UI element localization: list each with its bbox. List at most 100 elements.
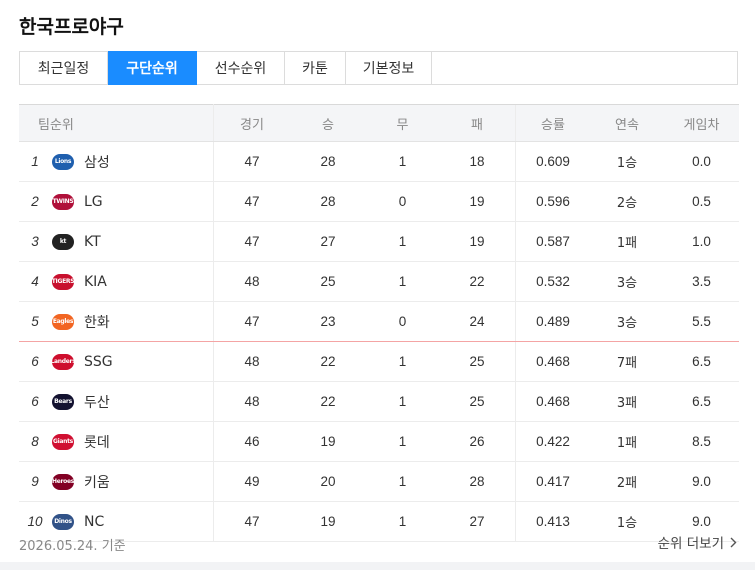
table-row[interactable]: 8 Giants 롯데 46 19 1 26 0.422 1패 8.5 <box>19 421 739 462</box>
team-name[interactable]: SSG <box>84 354 113 370</box>
losses-cell: 19 <box>439 221 516 262</box>
streak-cell: 7패 <box>590 341 664 382</box>
games-behind-cell: 1.0 <box>664 221 739 262</box>
team-rank-cell: 3 <box>19 221 51 262</box>
tab-basic-info[interactable]: 기본정보 <box>346 52 432 84</box>
table-row[interactable]: 5 Eagles 한화 47 23 0 24 0.489 3승 5.5 <box>19 301 739 342</box>
streak-cell: 2패 <box>590 461 664 502</box>
team-name-cell[interactable]: Landers SSG <box>51 341 214 382</box>
wins-cell: 25 <box>290 261 366 302</box>
draws-cell: 1 <box>366 381 439 422</box>
draws-cell: 1 <box>366 141 439 182</box>
header-win-pct: 승률 <box>515 104 590 142</box>
games-behind-cell: 3.5 <box>664 261 739 302</box>
page-title: 한국프로야구 <box>19 16 124 38</box>
win-pct-cell: 0.489 <box>515 301 590 342</box>
standings-table: 팀순위 경기 승 무 패 승률 연속 게임차 1 Lions 삼성 47 28 1 18 0.… <box>19 104 739 542</box>
team-name-cell[interactable]: Heroes 키움 <box>51 461 214 502</box>
streak-cell: 3승 <box>590 261 664 302</box>
losses-cell: 24 <box>439 301 516 342</box>
games-behind-cell: 0.5 <box>664 181 739 222</box>
more-standings-link[interactable]: 순위 더보기 <box>658 532 737 552</box>
team-name-cell[interactable]: Bears 두산 <box>51 381 214 422</box>
team-name[interactable]: 두산 <box>84 392 110 412</box>
team-rank-cell: 9 <box>19 461 51 502</box>
team-rank-cell: 8 <box>19 421 51 462</box>
table-row[interactable]: 9 Heroes 키움 49 20 1 28 0.417 2패 9.0 <box>19 461 739 502</box>
win-pct-cell: 0.587 <box>515 221 590 262</box>
table-row[interactable]: 10 Dinos NC 47 19 1 27 0.413 1승 9.0 <box>19 501 739 542</box>
header-losses: 패 <box>439 104 516 142</box>
team-name[interactable]: KT <box>84 234 101 250</box>
team-name[interactable]: 한화 <box>84 312 110 332</box>
tab-player-rankings[interactable]: 선수순위 <box>197 52 285 84</box>
table-row[interactable]: 3 kt KT 47 27 1 19 0.587 1패 1.0 <box>19 221 739 262</box>
team-name-cell[interactable]: TWINS LG <box>51 181 214 222</box>
draws-cell: 1 <box>366 221 439 262</box>
team-rank-cell: 4 <box>19 261 51 302</box>
team-rank-cell: 6 <box>19 341 51 382</box>
standings-body: 1 Lions 삼성 47 28 1 18 0.609 1승 0.0 2 TWINS LG 47 28 0 19… <box>19 141 739 542</box>
table-row[interactable]: 6 Bears 두산 48 22 1 25 0.468 3패 6.5 <box>19 381 739 422</box>
team-name-cell[interactable]: kt KT <box>51 221 214 262</box>
win-pct-cell: 0.413 <box>515 501 590 542</box>
wins-cell: 22 <box>290 341 366 382</box>
win-pct-cell: 0.596 <box>515 181 590 222</box>
tab-recent-schedule[interactable]: 최근일정 <box>20 52 108 84</box>
table-header-row: 팀순위 경기 승 무 패 승률 연속 게임차 <box>19 104 739 142</box>
streak-cell: 1승 <box>590 501 664 542</box>
draws-cell: 1 <box>366 341 439 382</box>
losses-cell: 25 <box>439 341 516 382</box>
games-played-cell: 48 <box>213 341 290 382</box>
team-name[interactable]: 키움 <box>84 472 110 492</box>
losses-cell: 22 <box>439 261 516 302</box>
streak-cell: 1패 <box>590 221 664 262</box>
team-name[interactable]: 삼성 <box>84 152 110 172</box>
team-name-cell[interactable]: Eagles 한화 <box>51 301 214 342</box>
team-name[interactable]: 롯데 <box>84 432 110 452</box>
losses-cell: 28 <box>439 461 516 502</box>
games-played-cell: 47 <box>213 141 290 182</box>
losses-cell: 27 <box>439 501 516 542</box>
tab-team-standings[interactable]: 구단순위 <box>108 51 197 85</box>
team-name-cell[interactable]: Lions 삼성 <box>51 141 214 182</box>
table-row[interactable]: 1 Lions 삼성 47 28 1 18 0.609 1승 0.0 <box>19 141 739 182</box>
wins-cell: 22 <box>290 381 366 422</box>
games-behind-cell: 6.5 <box>664 341 739 382</box>
streak-cell: 2승 <box>590 181 664 222</box>
tab-cartoon[interactable]: 카툰 <box>285 52 346 84</box>
standings-date: 2026.05.24. 기준 <box>19 539 126 554</box>
games-behind-cell: 9.0 <box>664 461 739 502</box>
losses-cell: 19 <box>439 181 516 222</box>
games-behind-cell: 6.5 <box>664 381 739 422</box>
wins-cell: 19 <box>290 501 366 542</box>
games-played-cell: 47 <box>213 221 290 262</box>
giants-logo: Giants <box>52 433 74 450</box>
table-row[interactable]: 6 Landers SSG 48 22 1 25 0.468 7패 6.5 <box>19 341 739 382</box>
win-pct-cell: 0.468 <box>515 341 590 382</box>
team-name[interactable]: LG <box>84 194 103 210</box>
losses-cell: 18 <box>439 141 516 182</box>
chevron-right-icon <box>730 537 737 547</box>
games-behind-cell: 0.0 <box>664 141 739 182</box>
draws-cell: 1 <box>366 261 439 302</box>
losses-cell: 25 <box>439 381 516 422</box>
team-rank-cell: 1 <box>19 141 51 182</box>
header-draws: 무 <box>366 104 439 142</box>
team-name-cell[interactable]: Giants 롯데 <box>51 421 214 462</box>
games-played-cell: 48 <box>213 381 290 422</box>
dinos-logo: Dinos <box>52 513 74 530</box>
bears-logo: Bears <box>52 393 74 410</box>
team-name[interactable]: KIA <box>84 274 107 290</box>
games-played-cell: 47 <box>213 181 290 222</box>
streak-cell: 3패 <box>590 381 664 422</box>
streak-cell: 1패 <box>590 421 664 462</box>
landers-logo: Landers <box>51 353 76 370</box>
table-row[interactable]: 2 TWINS LG 47 28 0 19 0.596 2승 0.5 <box>19 181 739 222</box>
team-name-cell[interactable]: TIGERS KIA <box>51 261 214 302</box>
games-played-cell: 46 <box>213 421 290 462</box>
team-name[interactable]: NC <box>84 514 104 530</box>
bottom-divider <box>0 562 755 570</box>
win-pct-cell: 0.609 <box>515 141 590 182</box>
table-row[interactable]: 4 TIGERS KIA 48 25 1 22 0.532 3승 3.5 <box>19 261 739 302</box>
